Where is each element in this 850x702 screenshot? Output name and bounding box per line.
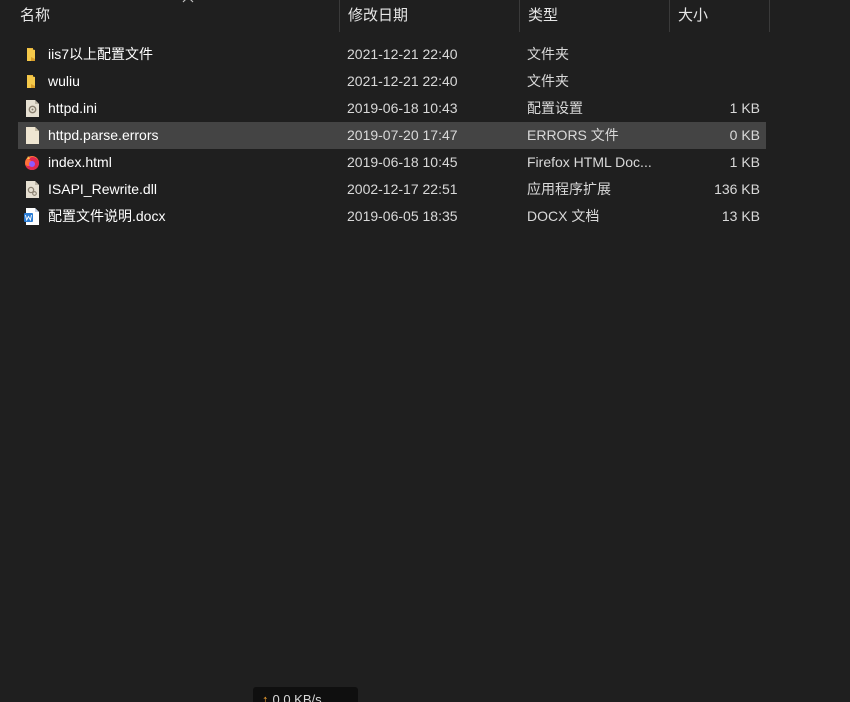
file-size: 13 KB xyxy=(721,208,760,224)
file-list: iis7以上配置文件 2021-12-21 22:40 文件夹 wuliu 20… xyxy=(18,41,766,230)
file-name: httpd.ini xyxy=(48,100,98,116)
file-explorer-view: 名称 修改日期 类型 大小 iis7以上配置文件 2021-12-21 22:4… xyxy=(0,0,850,702)
column-header-size-label: 大小 xyxy=(678,7,709,24)
word-doc-icon xyxy=(23,207,41,226)
column-header-size[interactable]: 大小 xyxy=(670,0,770,32)
file-type: ERRORS 文件 xyxy=(527,127,619,143)
upload-arrow-icon: ↑ xyxy=(262,692,269,702)
file-name: ISAPI_Rewrite.dll xyxy=(48,181,157,197)
file-row[interactable]: index.html 2019-06-18 10:45 Firefox HTML… xyxy=(18,149,766,176)
file-type: 文件夹 xyxy=(527,73,569,89)
file-date: 2019-07-20 17:47 xyxy=(347,127,458,143)
file-type: 应用程序扩展 xyxy=(527,181,611,197)
file-type: DOCX 文档 xyxy=(527,208,600,224)
column-header-date[interactable]: 修改日期 xyxy=(340,0,520,32)
file-row-selected[interactable]: httpd.parse.errors 2019-07-20 17:47 ERRO… xyxy=(18,122,766,149)
chevron-up-icon xyxy=(182,0,194,6)
settings-file-icon xyxy=(23,99,41,118)
file-date: 2021-12-21 22:40 xyxy=(347,73,458,89)
transfer-speed-label: 0.0 KB/s xyxy=(272,692,322,702)
column-header-type-label: 类型 xyxy=(528,7,559,24)
file-date: 2019-06-18 10:45 xyxy=(347,154,458,170)
file-name: iis7以上配置文件 xyxy=(48,46,154,62)
transfer-speed-indicator: ↑ 0.0 KB/s xyxy=(253,687,358,702)
file-name: index.html xyxy=(48,154,112,170)
generic-file-icon xyxy=(23,126,41,145)
file-size: 1 KB xyxy=(729,100,760,116)
file-size: 1 KB xyxy=(729,154,760,170)
file-name: httpd.parse.errors xyxy=(48,127,159,143)
file-name: 配置文件说明.docx xyxy=(48,208,166,224)
file-size: 0 KB xyxy=(729,127,760,143)
file-date: 2021-12-21 22:40 xyxy=(347,46,458,62)
file-row[interactable]: 配置文件说明.docx 2019-06-05 18:35 DOCX 文档 13 … xyxy=(18,203,766,230)
firefox-icon xyxy=(23,153,41,172)
file-type: 文件夹 xyxy=(527,46,569,62)
column-header-type[interactable]: 类型 xyxy=(520,0,670,32)
file-date: 2019-06-05 18:35 xyxy=(347,208,458,224)
column-header-name[interactable]: 名称 xyxy=(12,0,340,32)
folder-icon xyxy=(23,45,41,64)
file-date: 2002-12-17 22:51 xyxy=(347,181,458,197)
column-header-name-label: 名称 xyxy=(20,7,51,24)
file-type: Firefox HTML Doc... xyxy=(527,154,652,170)
file-row[interactable]: ISAPI_Rewrite.dll 2002-12-17 22:51 应用程序扩… xyxy=(18,176,766,203)
file-row[interactable]: httpd.ini 2019-06-18 10:43 配置设置 1 KB xyxy=(18,95,766,122)
dll-file-icon xyxy=(23,180,41,199)
file-row[interactable]: wuliu 2021-12-21 22:40 文件夹 xyxy=(18,68,766,95)
file-row[interactable]: iis7以上配置文件 2021-12-21 22:40 文件夹 xyxy=(18,41,766,68)
file-type: 配置设置 xyxy=(527,100,583,116)
file-name: wuliu xyxy=(48,73,80,89)
column-header-date-label: 修改日期 xyxy=(348,7,409,24)
column-header-bar: 名称 修改日期 类型 大小 xyxy=(0,0,770,32)
file-size: 136 KB xyxy=(714,181,760,197)
folder-icon xyxy=(23,72,41,91)
file-date: 2019-06-18 10:43 xyxy=(347,100,458,116)
